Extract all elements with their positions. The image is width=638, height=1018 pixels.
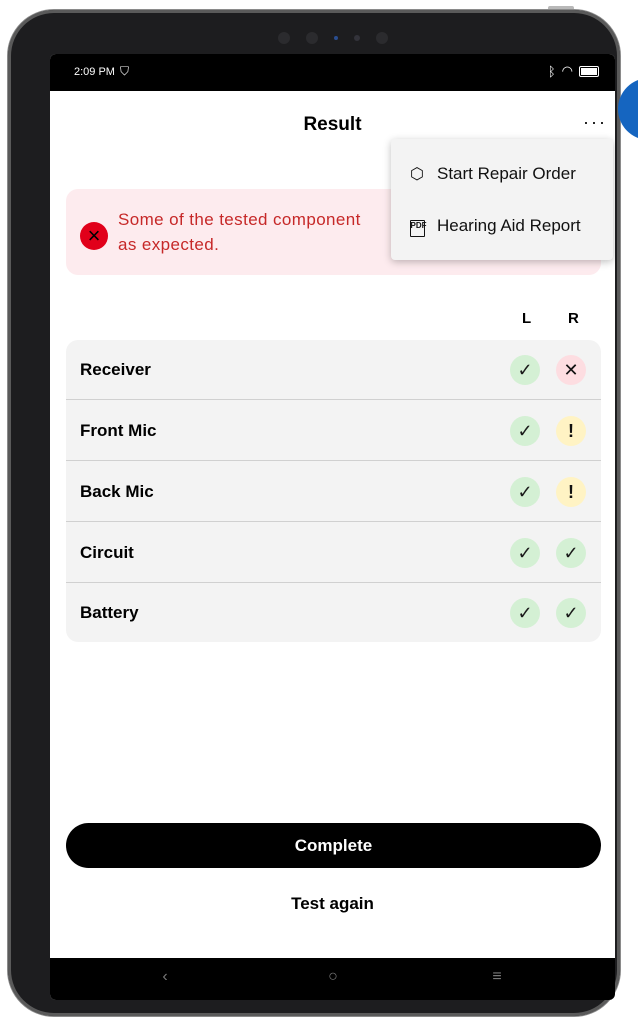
vpn-shield-icon: ⛉: [120, 64, 130, 78]
check-icon: ✓: [510, 416, 540, 446]
menu-item-start-repair-order[interactable]: ⬡ Start Repair Order: [391, 149, 613, 199]
error-x-icon: ×: [80, 222, 108, 250]
tablet-frame: 2:09 PM ⛉ ᛒ ◠ Result ··· × Some of the t…: [8, 10, 620, 1016]
component-name: Front Mic: [80, 421, 157, 440]
package-icon: ⬡: [410, 166, 424, 183]
divider: [66, 399, 601, 400]
result-row-back-mic: Back Mic ✓ !: [66, 462, 601, 522]
column-header-left: L: [522, 310, 532, 327]
menu-item-label: Start Repair Order: [437, 164, 576, 183]
check-icon: ✓: [510, 598, 540, 628]
screen: 2:09 PM ⛉ ᛒ ◠ Result ··· × Some of the t…: [50, 54, 615, 1000]
page-title: Result: [303, 114, 362, 135]
pdf-icon: PDF: [405, 215, 429, 237]
menu-item-hearing-aid-report[interactable]: PDF Hearing Aid Report: [391, 201, 613, 251]
result-row-receiver: Receiver ✓ ✕: [66, 340, 601, 400]
navigation-bar: ‹ ○ ≡: [50, 958, 615, 1000]
recents-icon[interactable]: ≡: [482, 968, 512, 986]
component-name: Receiver: [80, 360, 151, 379]
status-time: 2:09 PM: [74, 66, 115, 78]
camera-cluster: [278, 28, 388, 48]
check-icon: ✓: [510, 355, 540, 385]
battery-icon: [579, 65, 599, 77]
check-icon: ✓: [556, 598, 586, 628]
check-icon: ✓: [556, 538, 586, 568]
component-name: Circuit: [80, 543, 134, 562]
component-name: Battery: [80, 603, 139, 622]
alert-message: Some of the tested component as expected.: [118, 210, 361, 254]
status-icons: ᛒ ◠: [548, 63, 599, 79]
complete-button[interactable]: Complete: [66, 823, 601, 868]
test-again-button[interactable]: Test again: [50, 894, 615, 914]
warning-icon: !: [556, 416, 586, 446]
results-list: Receiver ✓ ✕ Front Mic ✓ ! Back Mic ✓ ! …: [66, 340, 601, 642]
column-header-right: R: [568, 310, 579, 327]
menu-item-label: Hearing Aid Report: [437, 216, 581, 235]
wifi-icon: ◠: [561, 63, 573, 78]
floating-assistant-button[interactable]: [618, 78, 638, 140]
result-row-circuit: Circuit ✓ ✓: [66, 523, 601, 583]
home-icon[interactable]: ○: [318, 968, 348, 986]
result-row-battery: Battery ✓ ✓: [66, 583, 601, 642]
check-icon: ✓: [510, 538, 540, 568]
bluetooth-icon: ᛒ: [547, 63, 556, 79]
divider: [66, 460, 601, 461]
sensor-icon: [354, 35, 360, 41]
camera-lens-icon: [278, 32, 290, 44]
more-options-icon[interactable]: ···: [583, 112, 607, 133]
camera-lens-icon: [376, 32, 388, 44]
divider: [66, 521, 601, 522]
sensor-icon: [334, 36, 338, 40]
result-row-front-mic: Front Mic ✓ !: [66, 401, 601, 461]
warning-icon: !: [556, 477, 586, 507]
overflow-menu: ⬡ Start Repair Order PDF Hearing Aid Rep…: [391, 139, 613, 260]
component-name: Back Mic: [80, 482, 154, 501]
check-icon: ✓: [510, 477, 540, 507]
camera-lens-icon: [306, 32, 318, 44]
x-icon: ✕: [556, 355, 586, 385]
back-icon[interactable]: ‹: [150, 968, 180, 986]
status-bar: 2:09 PM ⛉ ᛒ ◠: [50, 54, 615, 91]
